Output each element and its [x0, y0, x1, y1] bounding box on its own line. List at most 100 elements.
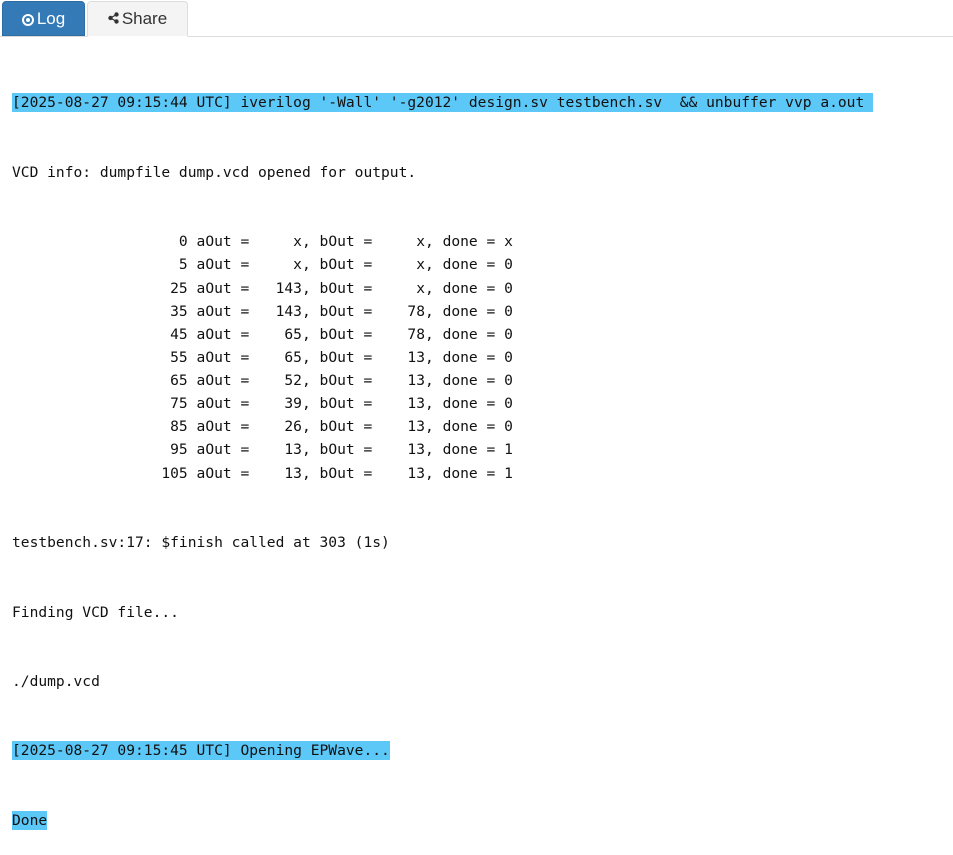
- result-done-label: done =: [442, 302, 496, 320]
- result-time: 75: [12, 395, 188, 413]
- result-bOut: 78: [372, 302, 425, 320]
- result-aOut-label: aOut =: [196, 279, 250, 297]
- result-bOut-label: bOut =: [319, 348, 373, 366]
- result-done-label: done =: [442, 325, 496, 343]
- results-table: 0 aOut = x, bOut = x, done = x 5 aOut = …: [12, 230, 952, 485]
- result-done: 0: [504, 325, 513, 343]
- result-done-label: done =: [442, 395, 496, 413]
- result-aOut-label: aOut =: [196, 418, 250, 436]
- result-bOut-label: bOut =: [319, 256, 373, 274]
- tab-log-label: Log: [36, 8, 66, 28]
- result-bOut-label: bOut =: [319, 233, 373, 251]
- tab-share[interactable]: Share: [87, 1, 188, 37]
- result-bOut-label: bOut =: [319, 372, 373, 390]
- result-done-label: done =: [442, 441, 496, 459]
- result-row: 25 aOut = 143, bOut = x, done = 0: [12, 279, 513, 297]
- result-row: 85 aOut = 26, bOut = 13, done = 0: [12, 418, 513, 436]
- result-done: 1: [504, 441, 513, 459]
- dump-path-line: ./dump.vcd: [12, 672, 100, 690]
- result-aOut: 143: [249, 279, 302, 297]
- tab-share-label: Share: [121, 9, 168, 28]
- result-aOut-label: aOut =: [196, 464, 250, 482]
- result-done: 0: [504, 279, 513, 297]
- result-time: 55: [12, 348, 188, 366]
- result-done: 0: [504, 348, 513, 366]
- result-aOut-label: aOut =: [196, 395, 250, 413]
- result-bOut: x: [372, 279, 425, 297]
- result-aOut: 39: [249, 395, 302, 413]
- result-time: 95: [12, 441, 188, 459]
- result-bOut: 13: [372, 464, 425, 482]
- result-aOut: 26: [249, 418, 302, 436]
- result-row: 5 aOut = x, bOut = x, done = 0: [12, 256, 513, 274]
- result-aOut: 65: [249, 325, 302, 343]
- result-row: 75 aOut = 39, bOut = 13, done = 0: [12, 395, 513, 413]
- result-bOut-label: bOut =: [319, 279, 373, 297]
- result-aOut: x: [249, 256, 302, 274]
- result-aOut: 52: [249, 372, 302, 390]
- result-done: 1: [504, 464, 513, 482]
- result-time: 35: [12, 302, 188, 320]
- tab-bar: Log Share: [0, 0, 953, 37]
- result-bOut-label: bOut =: [319, 418, 373, 436]
- result-bOut: 78: [372, 325, 425, 343]
- result-done: 0: [504, 256, 513, 274]
- result-row: 35 aOut = 143, bOut = 78, done = 0: [12, 302, 513, 320]
- log-output: [2025-08-27 09:15:44 UTC] iverilog '-Wal…: [12, 45, 952, 855]
- result-bOut-label: bOut =: [319, 325, 373, 343]
- result-row: 55 aOut = 65, bOut = 13, done = 0: [12, 348, 513, 366]
- result-bOut-label: bOut =: [319, 464, 373, 482]
- opening-epwave-line: [2025-08-27 09:15:45 UTC] Opening EPWave…: [12, 741, 390, 761]
- result-done-label: done =: [442, 418, 496, 436]
- result-time: 105: [12, 464, 188, 482]
- result-bOut-label: bOut =: [319, 441, 373, 459]
- result-aOut-label: aOut =: [196, 233, 250, 251]
- finish-line: testbench.sv:17: $finish called at 303 (…: [12, 534, 390, 552]
- result-time: 0: [12, 233, 188, 251]
- tab-log[interactable]: Log: [2, 1, 85, 36]
- result-time: 45: [12, 325, 188, 343]
- result-done: 0: [504, 372, 513, 390]
- result-aOut-label: aOut =: [196, 325, 250, 343]
- result-aOut-label: aOut =: [196, 372, 250, 390]
- result-aOut: 13: [249, 464, 302, 482]
- result-time: 5: [12, 256, 188, 274]
- result-aOut: 13: [249, 441, 302, 459]
- share-nodes-icon: [108, 9, 119, 29]
- result-done: x: [504, 233, 513, 251]
- result-bOut: 13: [372, 348, 425, 366]
- result-done-label: done =: [442, 372, 496, 390]
- result-row: 45 aOut = 65, bOut = 78, done = 0: [12, 325, 513, 343]
- result-done: 0: [504, 395, 513, 413]
- result-row: 65 aOut = 52, bOut = 13, done = 0: [12, 372, 513, 390]
- result-bOut-label: bOut =: [319, 302, 373, 320]
- result-aOut: 65: [249, 348, 302, 366]
- result-aOut: x: [249, 233, 302, 251]
- result-done-label: done =: [442, 233, 496, 251]
- result-bOut: x: [372, 233, 425, 251]
- result-row: 105 aOut = 13, bOut = 13, done = 1: [12, 464, 513, 482]
- result-done-label: done =: [442, 256, 496, 274]
- result-bOut: 13: [372, 441, 425, 459]
- result-aOut-label: aOut =: [196, 302, 250, 320]
- record-circle-icon: [21, 13, 34, 26]
- result-done: 0: [504, 302, 513, 320]
- vcd-info-line: VCD info: dumpfile dump.vcd opened for o…: [12, 163, 417, 181]
- result-bOut: 13: [372, 395, 425, 413]
- result-done-label: done =: [442, 348, 496, 366]
- result-bOut: 13: [372, 418, 425, 436]
- result-bOut: x: [372, 256, 425, 274]
- result-bOut-label: bOut =: [319, 395, 373, 413]
- result-row: 0 aOut = x, bOut = x, done = x: [12, 233, 513, 251]
- result-done: 0: [504, 418, 513, 436]
- result-done-label: done =: [442, 464, 496, 482]
- result-time: 65: [12, 372, 188, 390]
- result-aOut-label: aOut =: [196, 348, 250, 366]
- finding-vcd-line: Finding VCD file...: [12, 603, 179, 621]
- result-time: 25: [12, 279, 188, 297]
- result-row: 95 aOut = 13, bOut = 13, done = 1: [12, 441, 513, 459]
- result-done-label: done =: [442, 279, 496, 297]
- result-aOut-label: aOut =: [196, 441, 250, 459]
- result-bOut: 13: [372, 372, 425, 390]
- result-time: 85: [12, 418, 188, 436]
